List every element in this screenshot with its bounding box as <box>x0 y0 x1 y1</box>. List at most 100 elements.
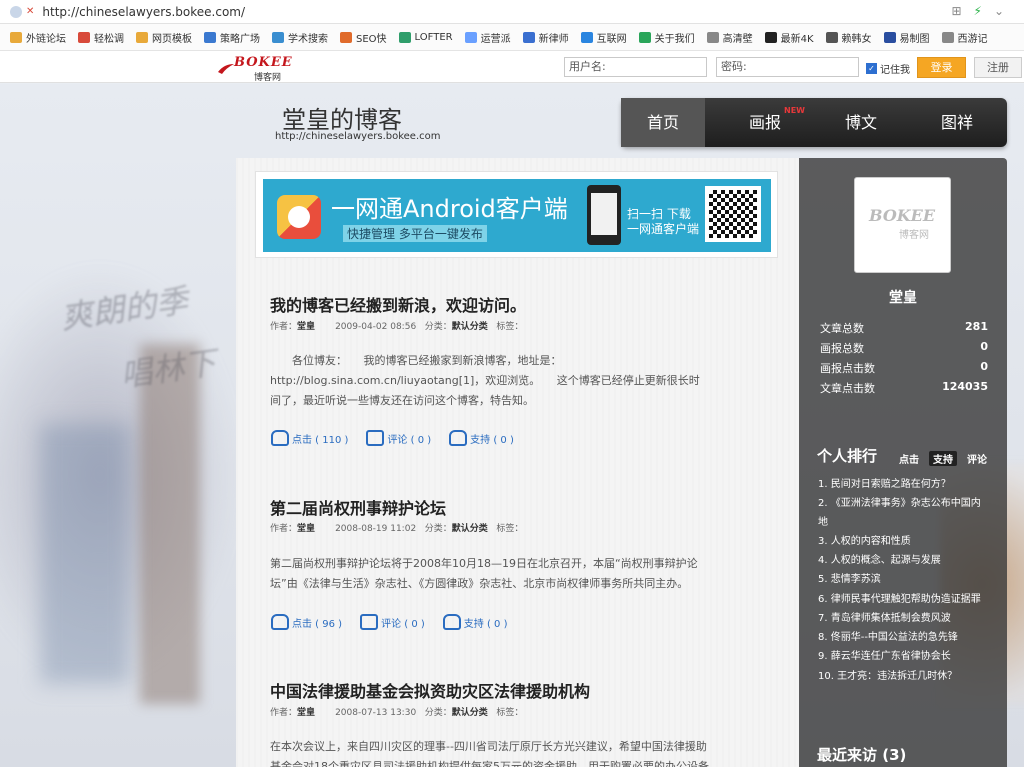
bookmark-item[interactable]: 最新4K <box>764 30 814 45</box>
bookmark-icon <box>340 31 352 43</box>
ranking-item[interactable]: 5. 悲情李苏滨 <box>818 570 990 589</box>
url-field[interactable]: http://chineselawyers.bokee.com/ <box>42 5 245 19</box>
author-label: 作者： <box>270 524 298 534</box>
ranking-item[interactable]: 4. 人权的概念、起源与发展 <box>818 551 990 570</box>
bookmark-label: 最新4K <box>780 33 814 45</box>
bookmark-label: 学术搜索 <box>288 33 328 45</box>
ranking-item[interactable]: 9. 薛云华连任广东省律协会长 <box>818 647 990 666</box>
bookmark-icon <box>522 31 535 43</box>
bookmark-item[interactable]: 轻松调 <box>78 30 124 45</box>
bookmark-item[interactable]: 高清壁 <box>706 30 753 45</box>
stat-label: 文章点击数 <box>820 382 875 395</box>
ranking-item[interactable]: 10. 王才亮：违法拆迁几时休？ <box>818 667 990 686</box>
bookmark-item[interactable]: 新律师 <box>522 30 569 45</box>
tab-support[interactable]: 支持 <box>929 451 957 466</box>
nav-articles[interactable]: 博文 <box>813 98 909 147</box>
ranking-item[interactable]: 7. 青岛律师集体抵制会费风波 <box>818 609 990 628</box>
profile-name[interactable]: 堂皇 <box>889 287 917 307</box>
insecure-icon: ✕ <box>26 6 35 17</box>
chevron-down-icon[interactable]: ⌄ <box>994 4 1004 18</box>
stat-row: 画报点击数 0 <box>820 360 988 376</box>
stat-value: 281 <box>965 320 988 333</box>
ranking-item[interactable]: 1. 民间对日索赔之路在何方？ <box>818 475 990 494</box>
register-button[interactable]: 注册 <box>974 57 1022 78</box>
comment-count[interactable]: 评论 ( 0 ) <box>360 614 425 630</box>
comment-label: 评论 ( 0 ) <box>387 434 432 446</box>
category-link[interactable]: 默认分类 <box>452 524 488 534</box>
ranking-item[interactable]: 8. 佟丽华--中国公益法的急先锋 <box>818 628 990 647</box>
stat-row: 画报总数 0 <box>820 340 988 356</box>
ranking-item[interactable]: 2. 《亚洲法律事务》杂志公布中国内 <box>818 494 990 513</box>
password-field[interactable]: 密码: <box>716 57 859 77</box>
bokee-logo[interactable]: BOKEE 博客网 <box>218 55 298 83</box>
author-link[interactable]: 堂皇 <box>297 524 315 534</box>
post-title[interactable]: 第二届尚权刑事辩护论坛 <box>270 495 446 519</box>
stat-value: 0 <box>980 340 988 353</box>
nav-photos[interactable]: 图祥 <box>909 98 1005 147</box>
bookmark-item[interactable]: 互联网 <box>580 30 627 45</box>
banner-scan-text: 扫一扫 下载 一网通客户端 <box>627 207 699 237</box>
bookmark-item[interactable]: 易制图 <box>883 30 930 45</box>
bookmark-label: 西游记 <box>957 33 988 45</box>
category-link[interactable]: 默认分类 <box>452 708 488 718</box>
app-icon <box>277 195 321 239</box>
ranking-item[interactable]: 3. 人权的内容和性质 <box>818 532 990 551</box>
bookmark-item[interactable]: 西游记 <box>941 30 988 45</box>
click-count[interactable]: 点击 ( 96 ) <box>271 614 342 630</box>
username-field[interactable]: 用户名: <box>564 57 707 77</box>
recent-visitors-title: 最近来访 (3) <box>817 746 907 764</box>
category-link[interactable]: 默认分类 <box>452 322 488 332</box>
post-actions: 点击 ( 110 ) 评论 ( 0 ) 支持 ( 0 ) <box>271 430 514 446</box>
bookmark-icon <box>398 31 411 43</box>
bookmark-label: SEO快 <box>356 33 387 45</box>
bookmark-item[interactable]: 赖韩女 <box>825 30 872 45</box>
bookmark-icon <box>204 31 216 43</box>
grid-icon[interactable]: ⊞ <box>951 4 961 18</box>
post-title[interactable]: 我的博客已经搬到新浪，欢迎访问。 <box>270 292 526 316</box>
post-title[interactable]: 中国法律援助基金会拟资助灾区法律援助机构 <box>270 678 590 702</box>
bookmark-icon <box>464 31 477 43</box>
bookmark-icon <box>78 31 90 43</box>
ranking-item[interactable]: 地 <box>818 513 990 532</box>
author-link[interactable]: 堂皇 <box>297 322 315 332</box>
post-date: 2008-08-19 11:02 <box>335 524 417 534</box>
thumb-icon <box>271 430 289 446</box>
bookmark-item[interactable]: 策略广场 <box>204 30 260 45</box>
bookmark-label: 新律师 <box>538 33 569 45</box>
click-count[interactable]: 点击 ( 110 ) <box>271 430 348 446</box>
bookmark-item[interactable]: LOFTER <box>398 31 453 43</box>
nav-home[interactable]: 首页 <box>621 98 705 147</box>
like-count[interactable]: 支持 ( 0 ) <box>449 430 514 446</box>
comment-count[interactable]: 评论 ( 0 ) <box>366 430 431 446</box>
bookmark-item[interactable]: 学术搜索 <box>272 30 328 45</box>
bookmark-item[interactable]: 网页模板 <box>136 30 192 45</box>
app-banner[interactable]: 一网通Android客户端 快捷管理 多平台一键发布 扫一扫 下载 一网通客户端 <box>255 171 778 258</box>
avatar[interactable]: BOKEE 博客网 <box>854 177 951 273</box>
new-badge: NEW <box>784 106 805 115</box>
comment-label: 评论 ( 0 ) <box>381 618 425 630</box>
ranking-item[interactable]: 6. 律师民事代理触犯帮助伪造证据罪 <box>818 590 990 609</box>
bookmark-item[interactable]: SEO快 <box>340 30 387 45</box>
click-label: 点击 ( 110 ) <box>292 434 349 446</box>
ranking-title: 个人排行 <box>817 447 878 465</box>
like-count[interactable]: 支持 ( 0 ) <box>442 614 507 630</box>
post-body: 各位博友： 我的博客已经搬家到新浪博客，地址是： http://blog.sin… <box>270 351 758 411</box>
banner-title: 一网通Android客户端 <box>331 195 568 223</box>
body-line: 坛”由《法律与生活》杂志社、《方圆律政》杂志社、北京市尚权律师事务所共同主办。 <box>270 577 689 590</box>
tab-clicks[interactable]: 点击 <box>895 451 923 466</box>
remember-me[interactable]: ✓ 记住我 <box>866 61 910 76</box>
body-line: 基金会对18个重灾区县司法援助机构提供每家5万元的资金援助，用于购置必要的办公设… <box>270 760 709 767</box>
bookmark-label: 互联网 <box>596 33 627 45</box>
bookmark-item[interactable]: 运营派 <box>464 30 511 45</box>
bolt-icon[interactable]: ⚡ <box>974 4 982 18</box>
author-link[interactable]: 堂皇 <box>297 708 315 718</box>
body-line: 第二届尚权刑事辩护论坛将于2008年10月18—19日在北京召开，本届“尚权刑事… <box>270 557 698 570</box>
tab-comments[interactable]: 评论 <box>963 451 991 466</box>
bookmark-item[interactable]: 关于我们 <box>638 30 695 45</box>
stat-value: 0 <box>980 360 988 373</box>
remember-checkbox[interactable]: ✓ <box>866 63 877 74</box>
login-button[interactable]: 登录 <box>917 57 966 78</box>
main-nav: 首页 画报 博文 图祥 <box>621 98 1007 147</box>
bookmark-item[interactable]: 外链论坛 <box>10 30 66 45</box>
post-meta: 作者：堂皇 2008-08-19 11:02 分类：默认分类 标签： <box>270 521 523 534</box>
